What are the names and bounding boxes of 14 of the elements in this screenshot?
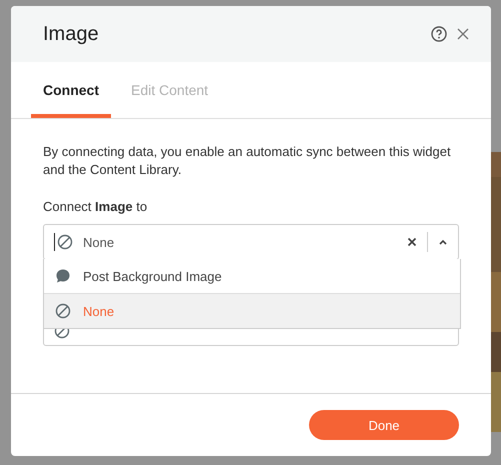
dropdown-option[interactable]: Post Background Image	[44, 259, 460, 293]
description-text: By connecting data, you enable an automatic sync between this widget and the Content Library.	[43, 143, 452, 179]
speech-bubble-icon	[55, 268, 71, 284]
tab[interactable]: Connect	[31, 62, 111, 118]
select-value: None	[83, 234, 116, 250]
none-icon	[55, 303, 71, 319]
none-icon	[57, 234, 73, 250]
close-icon[interactable]	[457, 28, 469, 40]
help-icon[interactable]	[431, 26, 447, 42]
field-label: Connect Image to	[43, 199, 148, 214]
caret-icon[interactable]	[438, 238, 448, 246]
clear-icon[interactable]	[407, 237, 417, 247]
dialog-title: Image	[43, 22, 99, 46]
connect-select[interactable]: None	[43, 224, 459, 260]
